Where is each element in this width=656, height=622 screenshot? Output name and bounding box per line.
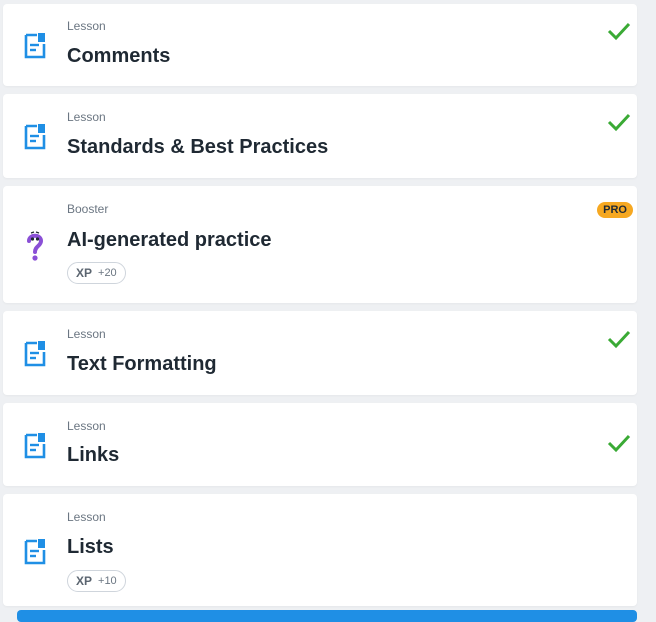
booster-card-ai-practice[interactable]: Booster AI-generated practice PRO XP +20: [3, 186, 637, 303]
pro-badge: PRO: [597, 202, 633, 218]
item-title: Standards & Best Practices: [67, 136, 329, 158]
checkmark-icon: [607, 330, 631, 349]
lesson-card-lists[interactable]: Lesson Lists XP +10: [3, 494, 637, 606]
item-type: Lesson: [67, 19, 106, 33]
lesson-card-standards[interactable]: Lesson Standards & Best Practices: [3, 94, 637, 178]
item-type: Lesson: [67, 419, 106, 433]
xp-pill: XP +20: [67, 262, 126, 284]
item-title: AI-generated practice: [67, 229, 272, 251]
item-type: Lesson: [67, 110, 106, 124]
document-icon: [24, 33, 46, 59]
item-type: Lesson: [67, 510, 106, 524]
item-title: Comments: [67, 45, 171, 67]
checkmark-icon: [607, 113, 631, 132]
document-icon: [24, 433, 46, 459]
xp-value: +10: [98, 575, 117, 587]
document-icon: [24, 124, 46, 150]
xp-label: XP: [76, 574, 93, 588]
item-title: Links: [67, 444, 120, 466]
lesson-card-comments[interactable]: Lesson Comments: [3, 4, 637, 86]
lesson-card-links[interactable]: Lesson Links: [3, 403, 637, 486]
item-title: Text Formatting: [67, 353, 217, 375]
item-title: Lists: [67, 536, 114, 558]
document-icon: [24, 539, 46, 565]
xp-pill: XP +10: [67, 570, 126, 592]
item-type: Lesson: [67, 327, 106, 341]
question-mark-icon: [27, 231, 44, 261]
next-item-card-edge[interactable]: [17, 610, 637, 622]
checkmark-icon: [607, 434, 631, 453]
item-type: Booster: [67, 202, 109, 216]
checkmark-icon: [607, 22, 631, 41]
lesson-card-text-formatting[interactable]: Lesson Text Formatting: [3, 311, 637, 395]
xp-value: +20: [98, 267, 117, 279]
xp-label: XP: [76, 266, 93, 280]
document-icon: [24, 341, 46, 367]
